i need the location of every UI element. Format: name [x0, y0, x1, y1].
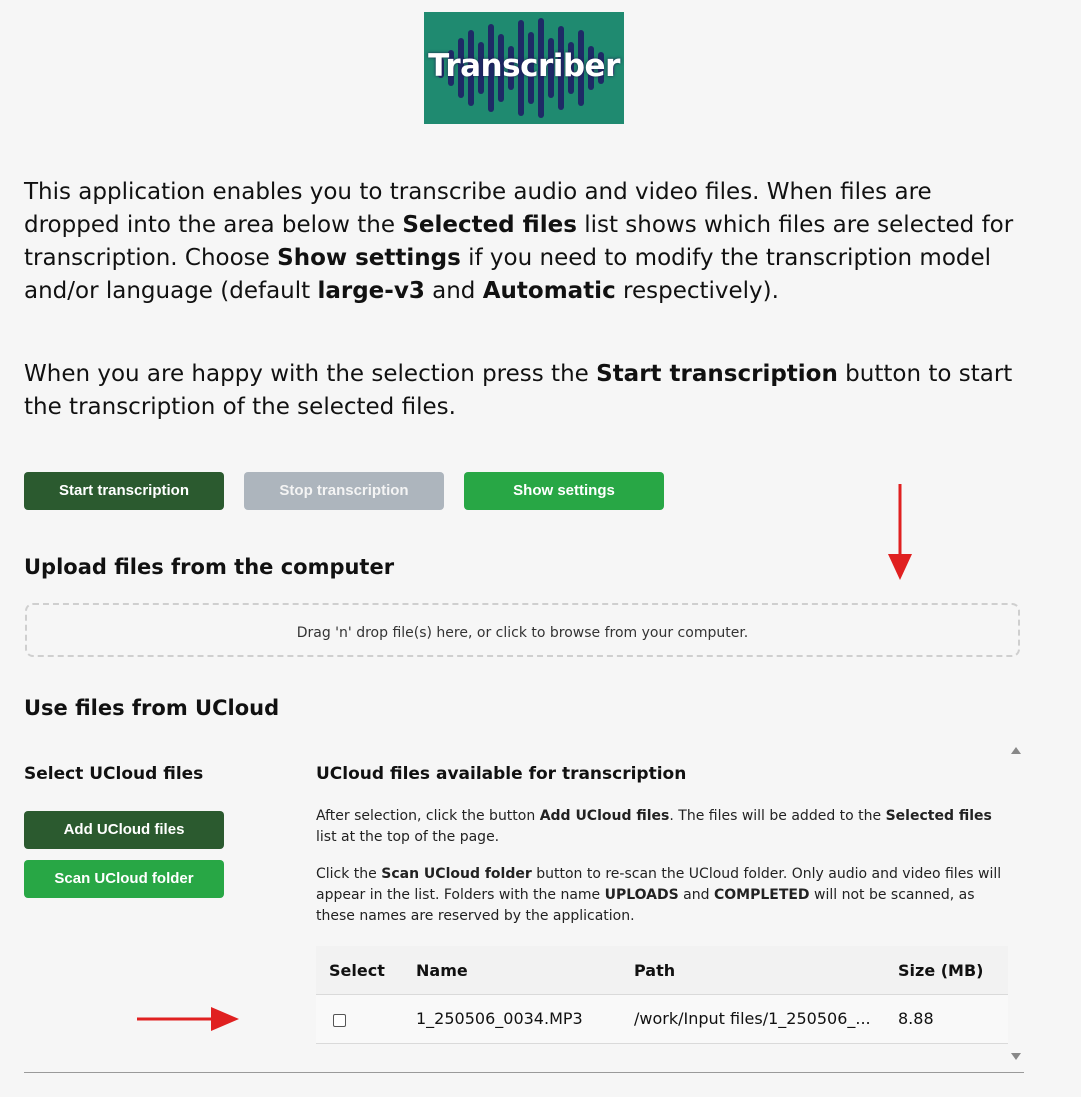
text-segment: respectively). [615, 278, 779, 304]
show-settings-button[interactable]: Show settings [464, 472, 664, 510]
bold-text: Add UCloud files [539, 808, 670, 824]
text-segment: and [424, 278, 483, 304]
file-dropzone[interactable]: Drag 'n' drop file(s) here, or click to … [25, 603, 1020, 657]
bold-text: COMPLETED [713, 887, 810, 903]
ucloud-available-heading: UCloud files available for transcription [316, 764, 687, 784]
column-header-select: Select [329, 961, 385, 980]
bold-text: large-v3 [317, 278, 425, 304]
ucloud-instructions-1: After selection, click the button Add UC… [316, 806, 1008, 848]
bold-text: Start transcription [596, 361, 838, 387]
file-path: /work/Input files/1_250506_... [634, 1009, 871, 1028]
start-transcription-button[interactable]: Start transcription [24, 472, 224, 510]
column-header-name: Name [416, 961, 468, 980]
row-select-checkbox[interactable] [333, 1014, 346, 1027]
file-size: 8.88 [898, 1009, 934, 1028]
logo-text: Transcriber [428, 48, 620, 84]
upload-heading: Upload files from the computer [24, 555, 395, 579]
bold-text: UPLOADS [604, 887, 679, 903]
file-name: 1_250506_0034.MP3 [416, 1009, 583, 1028]
bold-text: Selected files [885, 808, 992, 824]
text-segment: list at the top of the page. [316, 829, 500, 845]
scroll-down-icon[interactable] [1011, 1053, 1021, 1060]
annotation-arrow-down-icon [888, 484, 912, 580]
ucloud-heading: Use files from UCloud [24, 696, 280, 720]
text-segment: and [678, 887, 714, 903]
annotation-arrow-right-icon [137, 1007, 239, 1031]
table-row: 1_250506_0034.MP3 /work/Input files/1_25… [316, 995, 1008, 1044]
text-segment: Click the [316, 866, 382, 882]
app-logo: Transcriber [424, 12, 624, 124]
select-ucloud-heading: Select UCloud files [24, 764, 204, 784]
scan-ucloud-folder-button[interactable]: Scan UCloud folder [24, 860, 224, 898]
text-segment: After selection, click the button [316, 808, 540, 824]
stop-transcription-button[interactable]: Stop transcription [244, 472, 444, 510]
divider [24, 1072, 1024, 1073]
ucloud-files-table: Select Name Path Size (MB) 1_250506_0034… [316, 946, 1008, 1044]
column-header-size: Size (MB) [898, 961, 984, 980]
bold-text: Automatic [482, 278, 616, 304]
bold-text: Selected files [402, 212, 577, 238]
ucloud-instructions-2: Click the Scan UCloud folder button to r… [316, 864, 1008, 927]
bold-text: Scan UCloud folder [381, 866, 532, 882]
column-header-path: Path [634, 961, 676, 980]
text-segment: . The files will be added to the [669, 808, 886, 824]
scroll-up-icon[interactable] [1011, 747, 1021, 754]
intro-paragraph-1: This application enables you to transcri… [24, 176, 1014, 308]
intro-paragraph-2: When you are happy with the selection pr… [24, 358, 1014, 424]
table-header: Select Name Path Size (MB) [316, 946, 1008, 995]
bold-text: Show settings [277, 245, 461, 271]
text-segment: When you are happy with the selection pr… [24, 361, 597, 387]
add-ucloud-files-button[interactable]: Add UCloud files [24, 811, 224, 849]
